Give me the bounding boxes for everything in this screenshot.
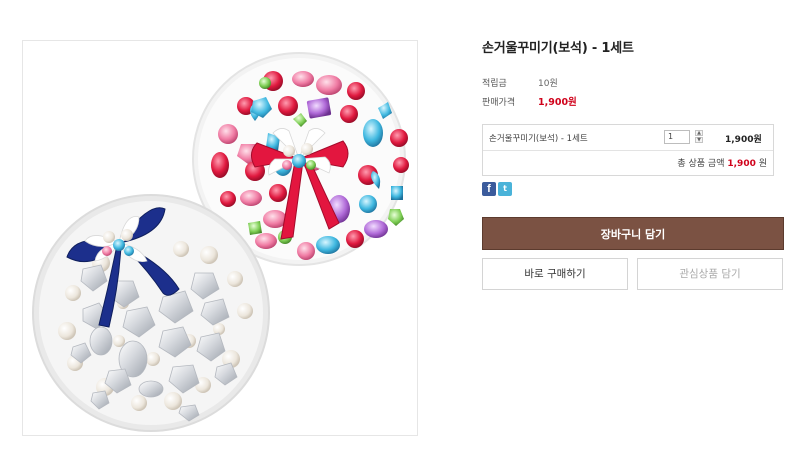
price-label: 판매가격 <box>482 98 516 108</box>
add-to-wishlist-button[interactable]: 관심상품 담기 <box>637 258 783 290</box>
quantity-down-button[interactable]: ▼ <box>695 137 703 143</box>
product-title: 손거울꾸미기(보석) - 1세트 <box>482 41 634 56</box>
facebook-icon[interactable]: f <box>482 182 496 196</box>
total-amount: 1,900 <box>727 159 756 169</box>
price-row: 판매가격 1,900원 <box>482 94 577 108</box>
quantity-up-button[interactable]: ▲ <box>695 130 703 136</box>
mirror-crystal <box>32 194 270 432</box>
product-image <box>22 40 418 436</box>
add-to-cart-button[interactable]: 장바구니 담기 <box>482 217 784 250</box>
quantity-stepper: ▲ ▼ <box>695 130 704 144</box>
quantity-input[interactable]: 1 <box>664 130 690 144</box>
option-price: 1,900원 <box>725 135 762 145</box>
price-value: 1,900원 <box>538 97 577 108</box>
total-unit: 원 <box>758 159 767 169</box>
twitter-icon[interactable]: t <box>498 182 512 196</box>
selected-option-box: 손거울꾸미기(보석) - 1세트 1 ▲ ▼ 1,900원 총 상품 금액 1,… <box>482 124 774 176</box>
points-value: 10원 <box>538 79 558 89</box>
option-divider <box>483 150 773 151</box>
share-buttons: ft <box>482 182 514 201</box>
option-name: 손거울꾸미기(보석) - 1세트 <box>489 134 588 144</box>
buy-now-button[interactable]: 바로 구매하기 <box>482 258 628 290</box>
decorated-mirrors-illustration <box>32 52 409 432</box>
total-label: 총 상품 금액 <box>677 159 725 169</box>
points-label: 적립금 <box>482 79 507 89</box>
points-row: 적립금 10원 <box>482 76 558 89</box>
total-price: 총 상품 금액 1,900 원 <box>677 156 767 169</box>
